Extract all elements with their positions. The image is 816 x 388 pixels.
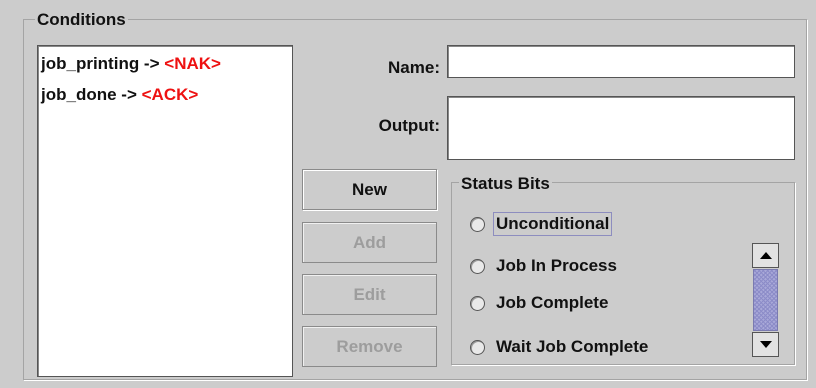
radio-label: Unconditional xyxy=(493,212,613,236)
radio-option-wait-job-complete[interactable]: Wait Job Complete xyxy=(470,335,651,359)
radio-option-job-complete[interactable]: Job Complete xyxy=(470,291,611,315)
radio-option-unconditional[interactable]: Unconditional xyxy=(470,212,613,236)
output-label: Output: xyxy=(378,116,440,135)
status-bits-title: Status Bits xyxy=(459,174,552,194)
radio-label: Job In Process xyxy=(496,256,617,275)
radio-option-job-in-process[interactable]: Job In Process xyxy=(470,254,620,278)
radio-icon[interactable] xyxy=(470,216,485,232)
remove-button[interactable]: Remove xyxy=(302,326,437,367)
new-button[interactable]: New xyxy=(302,169,437,210)
conditions-list[interactable]: job_printing -> <NAK> job_done -> <ACK> xyxy=(37,45,293,377)
condition-trigger: job_printing -> xyxy=(41,54,160,73)
triangle-down-icon xyxy=(759,341,772,348)
output-field[interactable] xyxy=(447,96,795,160)
radio-icon[interactable] xyxy=(470,339,485,355)
scroll-up-button[interactable] xyxy=(752,243,779,268)
triangle-up-icon xyxy=(759,252,772,259)
radio-label: Job Complete xyxy=(496,293,609,312)
radio-label: Wait Job Complete xyxy=(496,337,649,356)
condition-response: <ACK> xyxy=(141,85,199,104)
scroll-thumb[interactable] xyxy=(753,269,778,331)
radio-icon[interactable] xyxy=(470,258,485,274)
list-item[interactable]: job_done -> <ACK> xyxy=(41,83,198,107)
conditions-title: Conditions xyxy=(35,10,128,30)
condition-response: <NAK> xyxy=(164,54,221,73)
status-bits-scrollbar[interactable] xyxy=(752,243,779,357)
radio-icon[interactable] xyxy=(470,295,485,311)
edit-button[interactable]: Edit xyxy=(302,274,437,315)
condition-trigger: job_done -> xyxy=(41,85,137,104)
scroll-down-button[interactable] xyxy=(752,332,779,357)
name-field[interactable] xyxy=(447,45,795,78)
add-button[interactable]: Add xyxy=(302,222,437,263)
list-item[interactable]: job_printing -> <NAK> xyxy=(41,52,221,76)
name-label: Name: xyxy=(388,58,440,77)
